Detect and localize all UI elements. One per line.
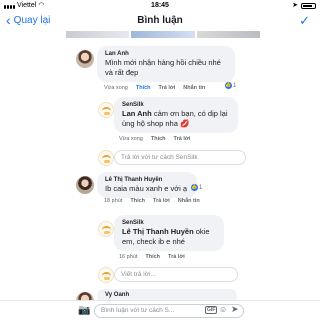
reaction-summary[interactable]: 👍 1 [225, 82, 236, 89]
lips-emoji-icon: 💋 [179, 119, 190, 128]
comment-actions: 16 phút Thích Trả lời [119, 254, 185, 260]
reaction-count: 1 [233, 82, 237, 89]
comment-composer: 📷 Bình luận với tư cách S... GIF ☺ ➤ [0, 300, 320, 320]
reply-button[interactable]: Trả lời [159, 85, 176, 91]
comment-time: Vừa xong [104, 85, 128, 91]
like-button[interactable]: Thích [136, 85, 151, 91]
reaction-count: 1 [199, 184, 203, 191]
comment-text: Mình mới nhận hàng hồi chiều nhé và rất … [105, 58, 221, 77]
avatar[interactable] [76, 176, 94, 194]
comment-time: 16 phút [119, 254, 138, 260]
post-photo[interactable] [196, 31, 260, 38]
camera-icon[interactable]: 📷 [78, 305, 90, 316]
post-photo-strip [66, 31, 260, 38]
reply-bubble[interactable]: SenSilk Lê Thị Thanh Huyền okie em, chec… [114, 215, 224, 251]
comment-author[interactable]: Lan Anh [105, 50, 227, 58]
comment-actions: Vừa xong Thích Trả lời Nhắn tin [104, 85, 205, 91]
comment-actions: Vừa xong Thích Trả lời [119, 136, 190, 142]
comment-bubble[interactable]: Lan Anh Mình mới nhận hàng hồi chiều nhé… [97, 46, 235, 82]
like-button[interactable]: Thích [151, 136, 166, 142]
sensilk-logo-avatar[interactable] [98, 102, 114, 118]
reply-button[interactable]: Trả lời [168, 254, 185, 260]
battery-icon [301, 2, 316, 9]
reply-input[interactable]: Viết trả lời... [114, 267, 238, 282]
comment-bubble[interactable]: Lê Thị Thanh Huyền Ib caia màu xanh e vớ… [97, 172, 197, 198]
mention-tag[interactable]: Lan Anh [122, 109, 152, 118]
nav-bar: ‹ Quay lại Bình luận ✓ [0, 11, 320, 31]
reply-button[interactable]: Trả lời [153, 198, 170, 204]
checkmark-icon[interactable]: ✓ [299, 13, 310, 29]
thumbs-up-icon: 👍 [225, 82, 232, 89]
sensilk-logo-avatar [98, 267, 114, 283]
location-icon: ➤ [292, 2, 298, 9]
comment-author[interactable]: Lê Thị Thanh Huyền [105, 176, 189, 184]
thumbs-up-icon: 👍 [191, 184, 198, 191]
like-button[interactable]: Thích [130, 198, 145, 204]
gif-button[interactable]: GIF [205, 306, 218, 314]
clock: 18:45 [151, 2, 169, 9]
comment-text: Ib caia màu xanh e với ạ [105, 184, 188, 193]
emoji-icon[interactable]: ☺ [219, 305, 227, 314]
post-photo[interactable] [66, 31, 130, 38]
comment-author[interactable]: Vy Oanh [105, 291, 229, 299]
reply-bubble[interactable]: SenSilk Lan Anh cảm ơn bạn, có dịp lại ủ… [114, 97, 238, 133]
comment-actions: 18 phút Thích Trả lời Nhắn tin [104, 198, 200, 204]
sensilk-logo-avatar[interactable] [98, 221, 114, 237]
sensilk-logo-avatar [98, 150, 114, 166]
status-bar: Viettel ◠ 18:45 ➤ [0, 0, 320, 11]
reply-input[interactable]: Trả lời với tư cách SenSilk [114, 150, 246, 165]
post-photo[interactable] [131, 31, 195, 38]
page-title: Bình luận [137, 15, 183, 26]
mention-tag[interactable]: Lê Thị Thanh Huyền [122, 227, 194, 236]
reaction-summary[interactable]: 👍 1 [191, 184, 202, 191]
like-button[interactable]: Thích [145, 254, 160, 260]
reply-button[interactable]: Trả lời [174, 136, 191, 142]
comment-time: 18 phút [104, 198, 123, 204]
send-icon[interactable]: ➤ [231, 304, 239, 315]
comment-author[interactable]: SenSilk [122, 219, 216, 227]
comment-time: Vừa xong [119, 136, 143, 142]
comment-author[interactable]: SenSilk [122, 101, 230, 109]
message-button[interactable]: Nhắn tin [178, 198, 200, 204]
message-button[interactable]: Nhắn tin [183, 85, 205, 91]
avatar[interactable] [76, 50, 94, 68]
